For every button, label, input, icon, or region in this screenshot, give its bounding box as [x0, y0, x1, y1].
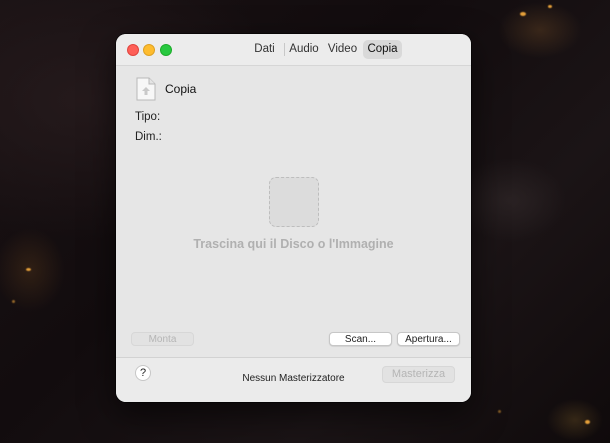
burn-window: Dati Audio Video Copia Copia Tipo: Dim.:… — [116, 34, 471, 402]
tab-video[interactable]: Video — [325, 40, 360, 59]
burn-button[interactable]: Masterizza — [382, 366, 455, 383]
minimize-window-button[interactable] — [143, 44, 155, 56]
size-label: Dim.: — [135, 131, 162, 143]
scan-button[interactable]: Scan... — [329, 332, 392, 346]
tab-divider — [284, 43, 285, 56]
type-label: Tipo: — [135, 111, 161, 123]
document-name: Copia — [165, 82, 197, 96]
dashed-square-icon[interactable] — [269, 177, 319, 227]
document-icon — [136, 77, 156, 101]
open-button[interactable]: Apertura... — [397, 332, 460, 346]
burner-status: Nessun Masterizzatore — [242, 373, 345, 384]
mount-button[interactable]: Monta — [131, 332, 194, 346]
drop-area-text: Trascina qui il Disco o l'Immagine — [193, 237, 394, 251]
title-bar: Dati Audio Video Copia — [116, 34, 471, 66]
tab-copia[interactable]: Copia — [363, 40, 402, 59]
zoom-window-button[interactable] — [160, 44, 172, 56]
close-window-button[interactable] — [127, 44, 139, 56]
help-button[interactable]: ? — [135, 365, 151, 381]
tab-dati[interactable]: Dati — [247, 40, 282, 59]
tab-audio[interactable]: Audio — [286, 40, 322, 59]
